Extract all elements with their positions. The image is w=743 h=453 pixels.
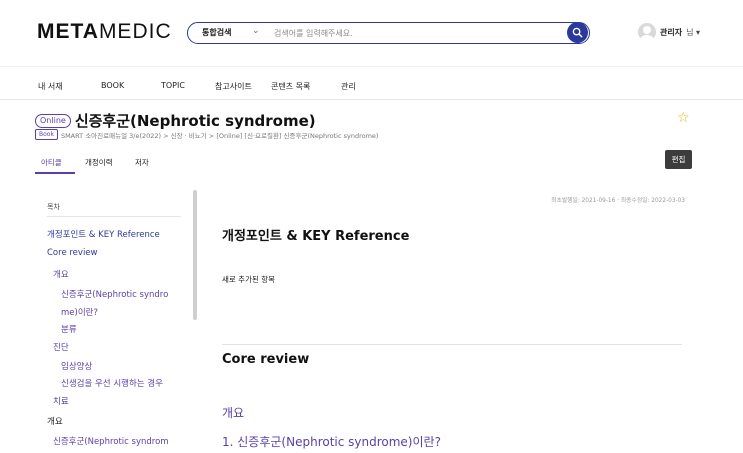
user-suffix: 님 ▾ <box>686 27 701 37</box>
toc-item[interactable]: 신증후군(Nephrotic syndrom <box>53 435 169 447</box>
toc-title: 목차 <box>47 203 60 211</box>
breadcrumb-row: Book SMART 소아진료매뉴얼 3/e(2022) > 신장 · 비뇨기 … <box>35 129 378 140</box>
section-heading-core-review: Core review <box>222 352 310 367</box>
nav-item-reference-sites[interactable]: 참고사이트 <box>215 81 252 92</box>
metamedic-logo[interactable]: METAMEDIC <box>37 20 172 44</box>
logo-light-text: MEDIC <box>98 20 172 43</box>
tab-authors[interactable]: 저자 <box>135 157 149 168</box>
section-divider <box>222 344 682 345</box>
section-text: 새로 추가된 항목 <box>222 275 276 284</box>
search-icon <box>572 27 583 38</box>
user-menu[interactable]: 관리자 님 ▾ <box>638 23 700 41</box>
nav-item-book[interactable]: BOOK <box>101 81 124 90</box>
toc-item[interactable]: 신증후군(Nephrotic syndro <box>61 288 168 300</box>
nav-item-content-list[interactable]: 콘텐츠 목록 <box>271 81 310 92</box>
tab-revision-history[interactable]: 개정이력 <box>85 157 113 168</box>
bookmark-star-icon[interactable]: ☆ <box>677 110 690 126</box>
toc-item[interactable]: 치료 <box>53 395 69 407</box>
nav-item-topic[interactable]: TOPIC <box>161 81 185 90</box>
toc-scrollbar[interactable] <box>193 190 197 320</box>
header: METAMEDIC 통합검색 ⌄ 관리자님 ▾ <box>0 0 743 66</box>
toc-item[interactable]: me)이란? <box>61 306 98 318</box>
search-input[interactable] <box>274 26 554 40</box>
book-badge: Book <box>35 129 58 140</box>
active-tab-indicator <box>35 172 75 174</box>
toc-item[interactable]: 임상양상 <box>61 360 92 372</box>
toc-divider <box>47 216 181 217</box>
search-bar: 통합검색 ⌄ <box>187 22 590 44</box>
toc-item[interactable]: 신생검을 우선 시행하는 경우 <box>61 377 163 389</box>
chevron-down-icon[interactable]: ⌄ <box>252 26 260 36</box>
online-badge: Online <box>35 113 71 128</box>
search-scope-select[interactable]: 통합검색 <box>202 27 231 38</box>
nav-item-admin[interactable]: 관리 <box>341 81 356 92</box>
toc-item[interactable]: 개요 <box>53 268 69 280</box>
tab-article[interactable]: 아티클 <box>41 157 62 168</box>
toc-item[interactable]: 분류 <box>61 323 77 335</box>
breadcrumb[interactable]: SMART 소아진료매뉴얼 3/e(2022) > 신장 · 비뇨기 > [On… <box>61 130 379 140</box>
main-nav: 내 서재 BOOK TOPIC 참고사이트 콘텐츠 목록 관리 <box>0 66 743 100</box>
publish-dates: 최초발행일: 2021-09-16 · 최종수정일: 2022-03-03 <box>551 198 685 204</box>
avatar <box>638 23 656 41</box>
user-name: 관리자 <box>660 27 683 37</box>
logo-bold-text: META <box>37 20 99 43</box>
section-heading-revision-points: 개정포인트 & KEY Reference <box>222 229 410 244</box>
toc-item[interactable]: 개요 <box>47 415 63 427</box>
toc-item[interactable]: 개정포인트 & KEY Reference <box>47 228 160 240</box>
toc-item[interactable]: 진단 <box>53 341 69 353</box>
search-button[interactable] <box>567 22 588 43</box>
toc-item[interactable]: Core review <box>47 248 98 258</box>
edit-button[interactable]: 편집 <box>665 150 692 169</box>
page-title: 신증후군(Nephrotic syndrome) <box>74 112 316 130</box>
item-heading-what-is-nephrotic: 1. 신증후군(Nephrotic syndrome)이란? <box>222 435 441 449</box>
article-title-row: Online 신증후군(Nephrotic syndrome) <box>35 110 316 131</box>
article-tabs: 아티클 개정이력 저자 <box>35 150 695 174</box>
subsection-heading-overview: 개요 <box>222 406 245 420</box>
table-of-contents: 목차 개정포인트 & KEY Reference Core review 개요 … <box>33 190 198 453</box>
nav-item-my-library[interactable]: 내 서재 <box>38 81 63 92</box>
